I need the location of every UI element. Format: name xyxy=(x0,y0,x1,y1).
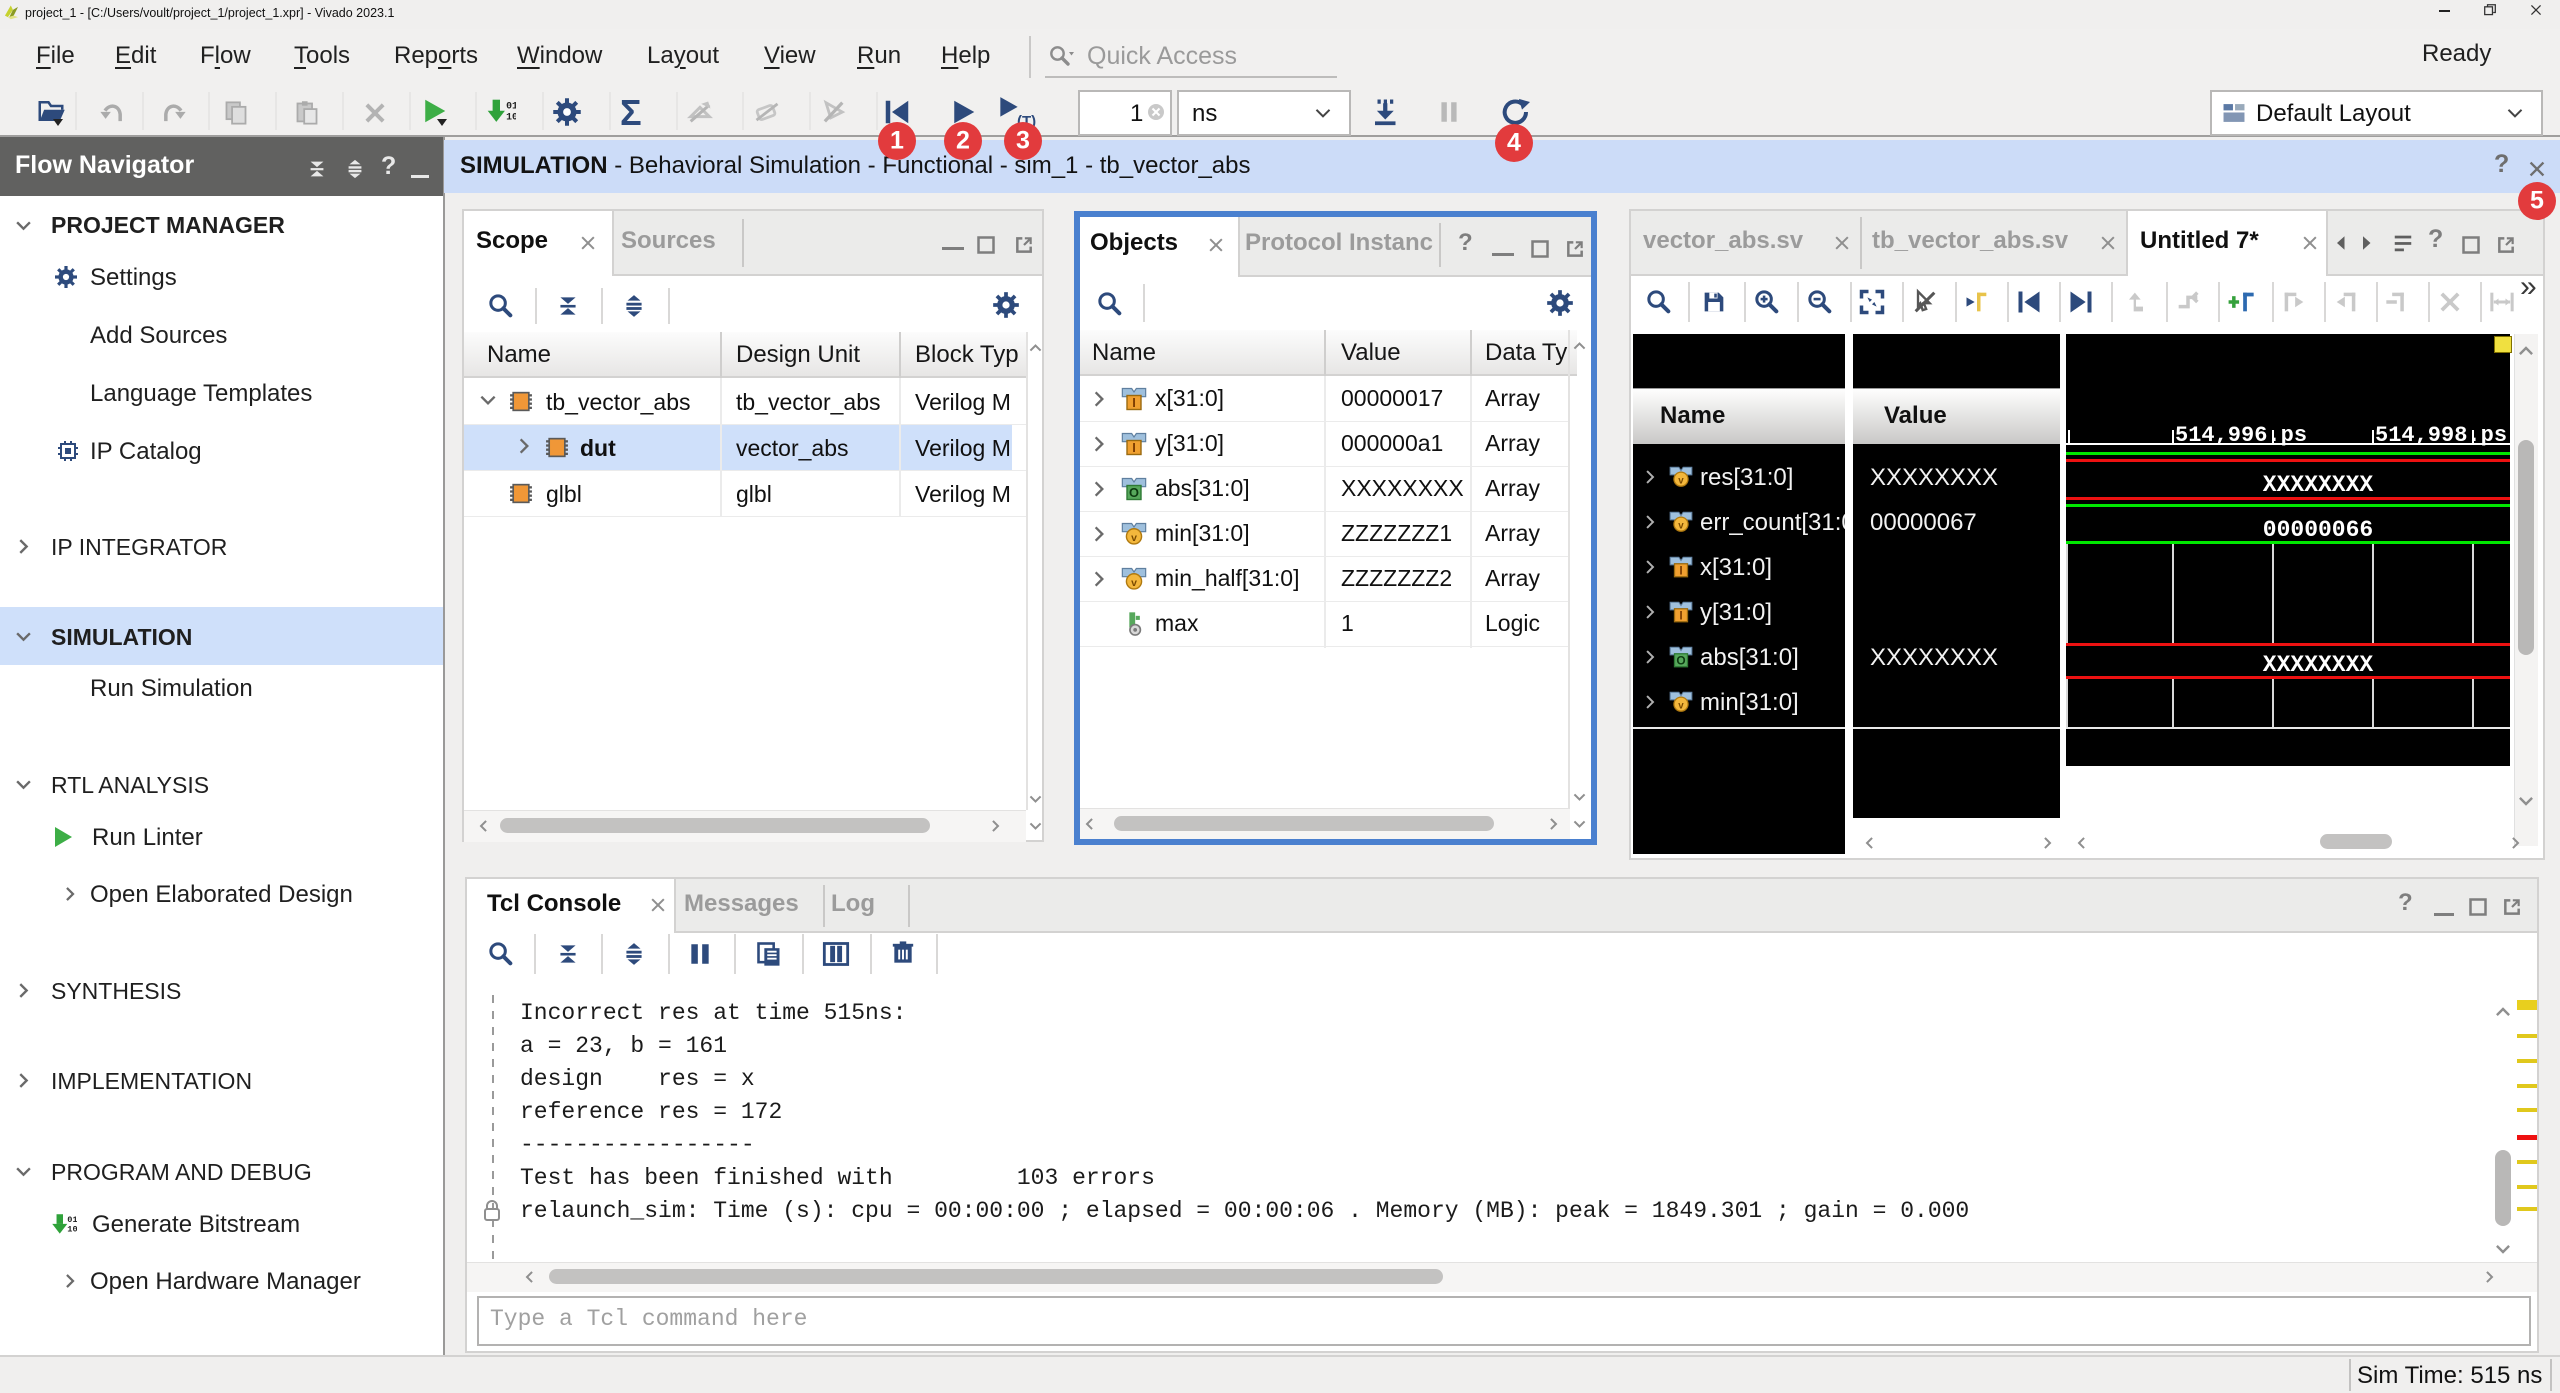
svg-text:O: O xyxy=(1676,654,1685,668)
svg-text:I: I xyxy=(1679,564,1682,578)
svg-text:v: v xyxy=(1131,532,1137,544)
svg-text:v: v xyxy=(1131,577,1137,589)
svg-text:I: I xyxy=(1679,609,1682,623)
svg-text:10: 10 xyxy=(67,1224,77,1234)
svg-text:O: O xyxy=(1129,485,1139,500)
svg-text:v: v xyxy=(1678,701,1684,712)
svg-text:v: v xyxy=(1678,521,1684,532)
svg-text:I: I xyxy=(1132,395,1136,410)
svg-text:01: 01 xyxy=(506,100,516,111)
svg-text:01: 01 xyxy=(67,1215,77,1225)
svg-text:10: 10 xyxy=(506,111,516,122)
svg-text:I: I xyxy=(1132,440,1136,455)
svg-text:v: v xyxy=(1678,476,1684,487)
